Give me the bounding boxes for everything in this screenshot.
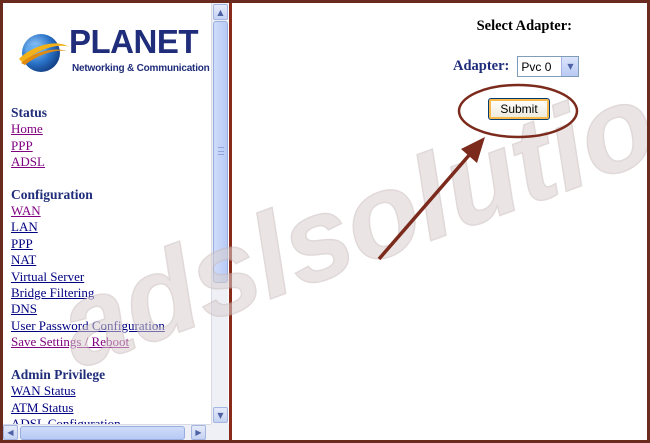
scroll-left-arrow-icon[interactable]: ◀	[3, 425, 18, 440]
planet-logo: PLANET Networking & Communication	[17, 23, 210, 79]
browser-frameset: PLANET Networking & Communication Status…	[3, 3, 647, 440]
submit-button[interactable]: Submit	[488, 98, 550, 120]
sidebar-link-virtual-server[interactable]: Virtual Server	[11, 269, 211, 285]
brand-name: PLANET	[69, 23, 199, 60]
scroll-up-arrow-icon[interactable]: ▲	[213, 4, 228, 20]
adapter-label: Adapter:	[453, 58, 510, 74]
sidebar-link-adsl[interactable]: ADSL	[11, 154, 211, 170]
horizontal-scrollbar[interactable]: ◀ ▶	[3, 424, 211, 440]
adapter-select[interactable]: Pvc 0 ▼	[517, 56, 580, 77]
page-title: Select Adapter:	[476, 18, 572, 34]
sidebar-nav: Status Home PPP ADSL Configuration WAN LAN PPP N…	[11, 105, 211, 424]
scrollbar-corner	[211, 424, 229, 440]
sidebar-link-lan[interactable]: LAN	[11, 219, 211, 235]
sidebar-link-ppp[interactable]: PPP	[11, 236, 211, 252]
sidebar-link-adsl-configuration[interactable]: ADSL Configuration	[11, 416, 211, 424]
chevron-down-icon[interactable]: ▼	[561, 57, 579, 76]
scroll-right-arrow-icon[interactable]: ▶	[191, 425, 206, 440]
navigation-content: PLANET Networking & Communication Status…	[3, 3, 211, 424]
sidebar-link-user-password-configuration[interactable]: User Password Configuration	[11, 318, 211, 334]
nav-section-gap	[11, 171, 211, 187]
nav-section-heading: Configuration	[11, 186, 93, 202]
sidebar-link-nat[interactable]: NAT	[11, 252, 211, 268]
nav-section-heading: Status	[11, 105, 48, 120]
sidebar-link-atm-status[interactable]: ATM Status	[11, 400, 211, 416]
sidebar-link-ppp[interactable]: PPP	[11, 138, 211, 154]
horizontal-scrollbar-thumb[interactable]	[20, 426, 185, 440]
scrollbar-thumb[interactable]	[213, 21, 228, 283]
sidebar-link-wan[interactable]: WAN	[11, 203, 211, 219]
sidebar-link-home[interactable]: Home	[11, 121, 211, 137]
globe-icon	[19, 34, 69, 72]
adapter-row: Adapter: Pvc 0 ▼	[453, 56, 580, 77]
content-frame: Select Adapter: Adapter: Pvc 0 ▼ Submit	[232, 3, 647, 440]
sidebar-link-wan-status[interactable]: WAN Status	[11, 383, 211, 399]
sidebar-link-save-settings-reboot[interactable]: Save Settings / Reboot	[11, 334, 211, 350]
navigation-frame: PLANET Networking & Communication Status…	[3, 3, 229, 440]
brand-tagline: Networking & Communication	[72, 63, 210, 74]
sidebar-link-bridge-filtering[interactable]: Bridge Filtering	[11, 285, 211, 301]
sidebar-link-dns[interactable]: DNS	[11, 301, 211, 317]
adapter-selected-value: Pvc 0	[521, 59, 552, 74]
nav-section-gap	[11, 351, 211, 367]
vertical-scrollbar[interactable]: ▲ ▼	[211, 3, 228, 424]
nav-section-heading: Admin Privilege	[11, 366, 106, 382]
scroll-down-arrow-icon[interactable]: ▼	[213, 407, 228, 423]
